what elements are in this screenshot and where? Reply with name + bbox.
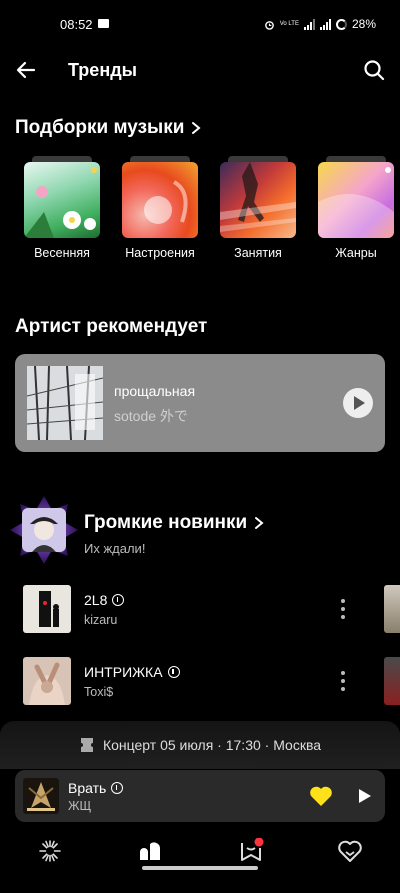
alarm-icon — [264, 20, 274, 30]
explicit-icon — [112, 594, 125, 606]
track-row[interactable]: ИНТРИЖКА Toxi$ — [0, 657, 400, 713]
collections-title: Подборки музыки — [15, 117, 185, 138]
collection-cover — [318, 162, 394, 238]
concert-text: Концерт 05 июля · 17:30 · Москва — [102, 737, 322, 753]
more-options-icon[interactable] — [338, 597, 348, 621]
recommended-track-artist: sotode 外で — [114, 408, 188, 424]
player-title: Врать — [68, 780, 124, 796]
recommended-track-title: прощальная — [114, 383, 196, 399]
status-right: Vo LTE 28% — [264, 17, 376, 31]
recommended-track-card[interactable]: прощальная sotode 外で — [15, 354, 385, 452]
track-title: ИНТРИЖКА — [84, 664, 180, 680]
track-title-text: ИНТРИЖКА — [84, 664, 163, 680]
track-row[interactable]: 2L8 kizaru — [0, 585, 400, 641]
battery-icon — [335, 18, 347, 30]
collection-label: Занятия — [234, 246, 282, 260]
sparkle-icon[interactable] — [37, 838, 63, 864]
concert-banner[interactable]: Концерт 05 июля · 17:30 · Москва — [0, 721, 400, 769]
track-cover — [23, 585, 71, 633]
track-artist: Toxi$ — [84, 685, 114, 699]
status-bar: 08:52 Vo LTE 28% — [0, 0, 400, 48]
loud-new-subtitle: Их ждали! — [84, 541, 146, 556]
chevron-right-icon — [192, 122, 202, 134]
collection-cover — [220, 162, 296, 238]
battery-percent: 28% — [351, 17, 376, 31]
chevron-right-icon — [255, 517, 264, 529]
collection-label: Весенняя — [34, 246, 90, 260]
player-artist: ЖЩ — [68, 799, 92, 813]
page-title: Тренды — [68, 60, 137, 80]
play-button[interactable] — [343, 388, 373, 418]
signal-icon-2 — [319, 18, 331, 30]
ticket-icon — [80, 738, 93, 752]
message-icon — [98, 19, 109, 28]
recommended-track-cover — [27, 366, 103, 440]
collections-header[interactable]: Подборки музыки — [15, 117, 202, 139]
music-icon[interactable] — [137, 838, 163, 864]
explicit-icon — [167, 666, 180, 678]
bottom-nav — [0, 826, 400, 876]
back-arrow-icon[interactable] — [14, 58, 38, 82]
network-label: Vo LTE — [279, 21, 299, 27]
collections-row: Весенняя Настроения Занятия Жанры — [0, 156, 400, 266]
artist-recommends-header: Артист рекомендует — [15, 316, 207, 338]
next-column-cover[interactable] — [384, 585, 400, 633]
play-icon[interactable] — [355, 787, 373, 805]
explicit-icon — [111, 782, 124, 794]
top-bar: Тренды — [0, 52, 400, 92]
loud-new-header[interactable]: Громкие новинки — [84, 512, 265, 534]
heart-home-icon[interactable] — [337, 838, 363, 864]
mini-player[interactable]: Врать ЖЩ — [15, 770, 385, 822]
collection-cover — [122, 162, 198, 238]
collection-label: Настроения — [125, 246, 195, 260]
next-column-cover[interactable] — [384, 657, 400, 705]
collection-icon[interactable] — [238, 838, 264, 864]
loud-new-avatar[interactable] — [8, 494, 80, 566]
like-heart-icon[interactable] — [309, 785, 333, 807]
track-cover — [23, 657, 71, 705]
signal-icon — [303, 18, 315, 30]
artist-recommends-title: Артист рекомендует — [15, 316, 208, 337]
player-title-text: Врать — [68, 780, 107, 796]
status-time: 08:52 — [60, 17, 93, 32]
player-cover — [23, 778, 59, 814]
search-icon[interactable] — [362, 58, 386, 82]
track-title: 2L8 — [84, 592, 125, 608]
loud-new-title: Громкие новинки — [84, 512, 248, 533]
track-artist: kizaru — [84, 613, 118, 627]
home-indicator[interactable] — [142, 866, 258, 870]
more-options-icon[interactable] — [338, 669, 348, 693]
collection-label: Жанры — [335, 246, 377, 260]
track-title-text: 2L8 — [84, 592, 108, 608]
collection-cover — [24, 162, 100, 238]
